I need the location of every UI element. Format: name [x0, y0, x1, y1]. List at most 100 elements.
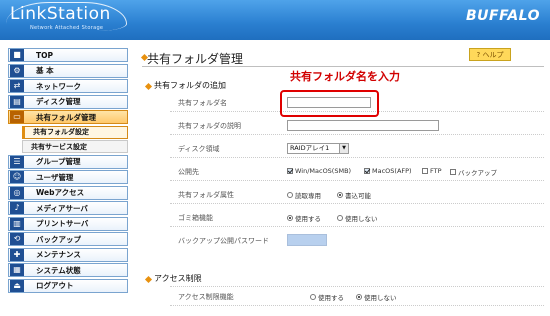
media-icon: ♪ [10, 202, 24, 214]
access-disable-label: 使用しない [364, 294, 397, 302]
section-bullet-icon [144, 82, 153, 91]
publish-backup-checkbox[interactable]: バックアップ [450, 167, 497, 177]
publish-afp-checkbox[interactable]: MacOS(AFP) [364, 167, 412, 175]
trash-enable-radio[interactable]: 使用する [287, 213, 321, 223]
checkbox-unchecked-icon [450, 169, 456, 175]
disk-area-select[interactable]: RAIDアレイ1 ▼ [287, 143, 349, 154]
sidebar-item-basic[interactable]: ⚙ 基 本 [8, 63, 128, 78]
network-icon: ⇄ [10, 80, 24, 92]
row-access-limit: アクセス制限機能 使用する 使用しない [170, 286, 544, 306]
sidebar-item-label: グループ管理 [36, 157, 81, 166]
sidebar-item-disk[interactable]: ▤ ディスク管理 [8, 94, 128, 109]
trash-disable-label: 使用しない [345, 215, 378, 223]
access-disable-radio[interactable]: 使用しない [356, 292, 397, 302]
top-icon: ■ [10, 49, 24, 61]
brand-logo: BUFFALO [465, 8, 540, 24]
sidebar-item-label: ネットワーク [36, 81, 81, 91]
checkbox-checked-icon [287, 168, 293, 174]
section-bullet-icon [144, 275, 153, 284]
row-publish-target: 公開先 Win/MacOS(SMB) MacOS(AFP) FTP バックアップ [170, 161, 544, 181]
attribute-readonly-label: 読取専用 [295, 192, 321, 200]
sidebar-item-maintenance[interactable]: ✚ メンテナンス [8, 247, 128, 262]
sidebar-item-label: ログアウト [36, 281, 74, 290]
folder-attribute-label: 共有フォルダ属性 [178, 191, 234, 199]
radio-unselected-icon [337, 215, 343, 221]
sidebar-subitem-folder-settings[interactable]: 共有フォルダ設定 [22, 125, 128, 139]
logout-icon: ⏏ [10, 279, 24, 292]
highlight-box [280, 90, 379, 117]
radio-unselected-icon [310, 294, 316, 300]
access-enable-radio[interactable]: 使用する [310, 292, 344, 302]
sidebar-item-label: ユーザ管理 [36, 172, 74, 182]
sidebar-item-label: プリントサーバ [36, 219, 89, 228]
folder-name-label: 共有フォルダ名 [178, 99, 227, 107]
row-divider [170, 286, 544, 287]
row-trash: ゴミ箱機能 使用する 使用しない [170, 207, 544, 227]
publish-target-label: 公開先 [178, 168, 199, 176]
app-logo: LinkStation [10, 4, 111, 24]
folder-description-label: 共有フォルダの説明 [178, 122, 241, 130]
backup-password-label: バックアップ公開パスワード [178, 237, 269, 245]
section-add-title: 共有フォルダの追加 [154, 81, 226, 90]
row-divider [170, 134, 544, 135]
backup-password-input[interactable] [287, 234, 327, 246]
sidebar-item-label: 基 本 [36, 66, 54, 75]
sidebar-subitem-service-settings[interactable]: 共有サービス設定 [22, 140, 128, 153]
sidebar-item-system-status[interactable]: ▦ システム状態 [8, 263, 128, 277]
sidebar-item-label: バックアップ [36, 234, 81, 244]
trash-disable-radio[interactable]: 使用しない [337, 213, 378, 223]
sidebar-item-top[interactable]: ■ TOP [8, 48, 128, 62]
row-backup-password: バックアップ公開パスワード [170, 230, 544, 250]
backup-icon: ⟲ [10, 233, 24, 245]
radio-selected-icon [356, 294, 362, 300]
row-divider [170, 203, 544, 204]
sidebar-nav: ■ TOP ⚙ 基 本 ⇄ ネットワーク ▤ ディスク管理 ▭ 共有フォルダ管理… [8, 48, 128, 294]
sidebar-item-print-server[interactable]: ▥ プリントサーバ [8, 216, 128, 231]
publish-smb-checkbox[interactable]: Win/MacOS(SMB) [287, 167, 351, 175]
attribute-readonly-radio[interactable]: 読取専用 [287, 190, 321, 200]
folder-icon: ▭ [10, 111, 24, 123]
help-button[interactable]: ? ヘルプ [469, 48, 511, 61]
section-access-title: アクセス制限 [154, 274, 202, 283]
disk-area-value: RAIDアレイ1 [290, 144, 330, 152]
sidebar-item-label: メディアサーバ [36, 203, 88, 213]
access-enable-label: 使用する [318, 294, 344, 302]
publish-ftp-checkbox[interactable]: FTP [422, 167, 442, 175]
radio-unselected-icon [287, 192, 293, 198]
web-icon: ◎ [10, 186, 24, 199]
trash-label: ゴミ箱機能 [178, 214, 213, 222]
publish-backup-label: バックアップ [458, 169, 497, 177]
sidebar-item-web-access[interactable]: ◎ Webアクセス [8, 185, 128, 200]
system-icon: ▦ [10, 264, 24, 276]
checkbox-unchecked-icon [422, 168, 428, 174]
printer-icon: ▥ [10, 217, 24, 230]
sidebar-item-label: システム状態 [36, 265, 81, 275]
row-divider [170, 226, 544, 227]
publish-afp-label: MacOS(AFP) [372, 167, 412, 175]
app-header: LinkStation Network Attached Storage BUF… [0, 0, 550, 40]
sidebar-item-label: ディスク管理 [36, 97, 81, 106]
disk-area-label: ディスク領域 [178, 145, 220, 153]
publish-smb-label: Win/MacOS(SMB) [295, 167, 352, 175]
radio-selected-icon [337, 192, 343, 198]
sidebar-item-user[interactable]: ☺ ユーザ管理 [8, 170, 128, 184]
publish-ftp-label: FTP [430, 167, 442, 175]
instruction-annotation: 共有フォルダ名を入力 [290, 70, 400, 83]
sidebar-subitem-label: 共有フォルダ設定 [33, 128, 89, 136]
sidebar-item-logout[interactable]: ⏏ ログアウト [8, 278, 128, 293]
trash-enable-label: 使用する [295, 215, 321, 223]
folder-description-input[interactable] [287, 120, 439, 131]
row-divider [170, 305, 544, 306]
sidebar-item-media-server[interactable]: ♪ メディアサーバ [8, 201, 128, 215]
sidebar-subitem-label: 共有サービス設定 [31, 142, 87, 151]
sidebar-item-label: メンテナンス [36, 250, 81, 259]
user-icon: ☺ [10, 171, 24, 183]
access-limit-label: アクセス制限機能 [178, 293, 234, 301]
sidebar-item-network[interactable]: ⇄ ネットワーク [8, 79, 128, 93]
sidebar-item-backup[interactable]: ⟲ バックアップ [8, 232, 128, 246]
attribute-writable-radio[interactable]: 書込可能 [337, 190, 371, 200]
sidebar-item-label: 共有フォルダ管理 [36, 112, 96, 122]
sidebar-item-shared-folder[interactable]: ▭ 共有フォルダ管理 [8, 110, 128, 124]
row-disk-area: ディスク領域 RAIDアレイ1 ▼ [170, 138, 544, 158]
sidebar-item-group[interactable]: ☰ グループ管理 [8, 154, 128, 169]
